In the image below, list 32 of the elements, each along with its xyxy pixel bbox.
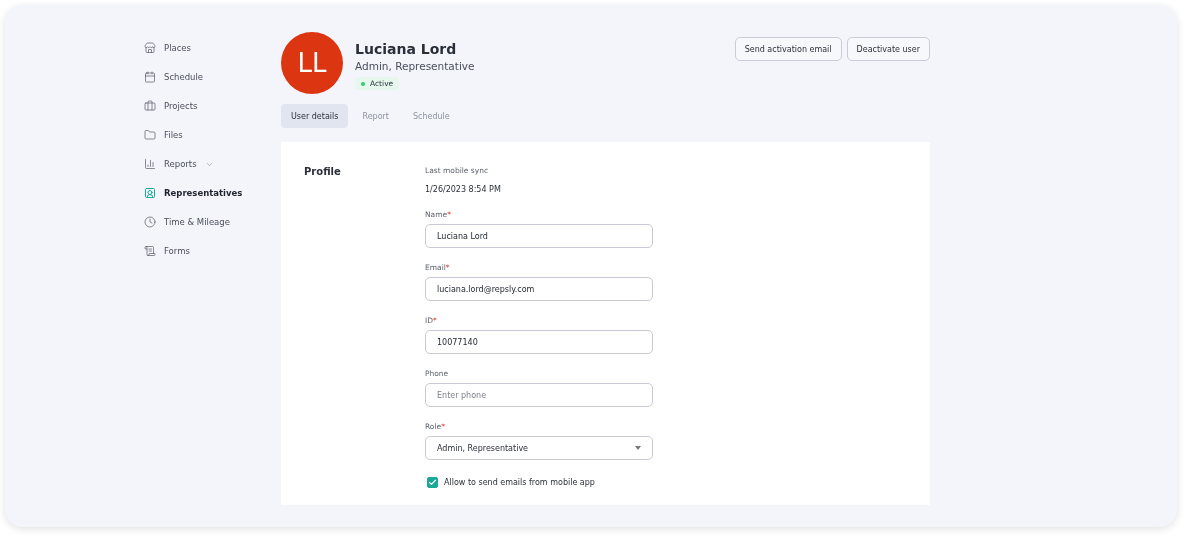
sidebar-item[interactable]: Files xyxy=(140,125,281,145)
input-field[interactable]: 10077140 xyxy=(425,330,653,354)
input-field[interactable]: Luciana Lord xyxy=(425,224,653,248)
input-field[interactable]: Enter phone xyxy=(425,383,653,407)
section-title: Profile xyxy=(304,166,342,179)
sidebar-item[interactable]: Reports xyxy=(140,154,281,174)
document-icon xyxy=(144,245,156,257)
sidebar-item[interactable]: Projects xyxy=(140,96,281,116)
folder-icon xyxy=(144,129,156,141)
store-icon xyxy=(144,42,156,54)
user-role: Admin, Representative xyxy=(355,60,476,72)
checkbox[interactable] xyxy=(427,477,438,488)
sidebar-item[interactable]: Places xyxy=(140,38,281,58)
tab[interactable]: User details xyxy=(281,104,349,128)
sidebar-item[interactable]: Representatives xyxy=(140,183,281,203)
bar-chart-icon xyxy=(144,158,156,170)
dropdown-icon xyxy=(635,446,641,450)
action-button[interactable]: Deactivate user xyxy=(846,37,930,61)
clock-icon xyxy=(144,216,156,228)
user-name: Luciana Lord xyxy=(355,41,458,57)
select-field[interactable]: Admin, Representative xyxy=(425,436,653,460)
checkbox-label: Allow to send emails from mobile app xyxy=(444,478,595,487)
sidebar-item[interactable]: Forms xyxy=(140,241,281,261)
action-button[interactable]: Send activation email xyxy=(734,37,842,61)
calendar-icon xyxy=(144,71,156,83)
sidebar-item[interactable]: Time & Mileage xyxy=(140,212,281,232)
sidebar-item[interactable]: Schedule xyxy=(140,67,281,87)
briefcase-icon xyxy=(144,100,156,112)
input-field[interactable]: luciana.lord@repsly.com xyxy=(425,277,653,301)
user-icon xyxy=(144,187,156,199)
sync-value: 1/26/2023 8:54 PM xyxy=(425,185,502,194)
avatar: LL xyxy=(281,32,343,94)
